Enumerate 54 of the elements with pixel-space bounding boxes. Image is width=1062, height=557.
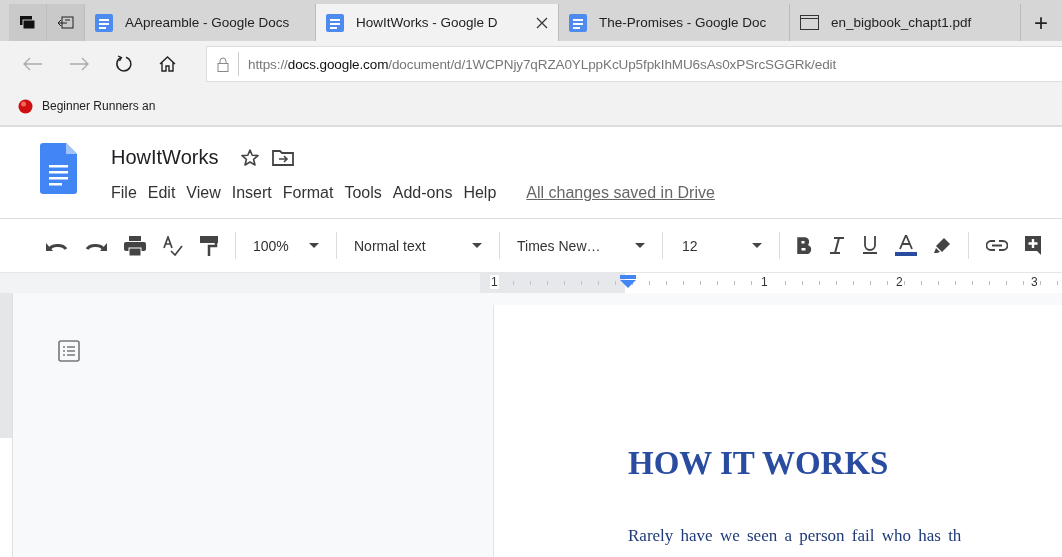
tabs-aside-icon bbox=[57, 16, 74, 29]
tab-stack-button[interactable] bbox=[9, 4, 47, 41]
italic-icon[interactable] bbox=[829, 237, 845, 254]
browser-tab[interactable]: HowItWorks - Google D bbox=[316, 4, 559, 41]
lock-icon bbox=[217, 56, 229, 72]
save-status-link[interactable]: All changes saved in Drive bbox=[526, 184, 715, 202]
ruler-number: 2 bbox=[895, 275, 904, 289]
font-size-dropdown[interactable]: 12 bbox=[680, 237, 762, 254]
folder-icon[interactable] bbox=[272, 148, 295, 166]
favorite-link[interactable]: Beginner Runners an bbox=[18, 98, 156, 114]
print-icon[interactable] bbox=[124, 235, 146, 256]
home-icon[interactable] bbox=[159, 56, 176, 72]
ruler-number: 1 bbox=[760, 275, 769, 289]
menu-item[interactable]: Edit bbox=[147, 184, 176, 202]
document-heading: HOW IT WORKS bbox=[628, 445, 890, 482]
highlighter-icon[interactable] bbox=[934, 237, 951, 254]
menu-item[interactable]: View bbox=[186, 184, 221, 202]
address-field[interactable]: https://docs.google.com/document/d/1WCPNjy7qRZA0YLppKcUp5fpkIhMU6sAs0xPSrcSGGRk/edit bbox=[206, 46, 1062, 82]
link-icon[interactable] bbox=[986, 240, 1008, 251]
ruler-number: 1 bbox=[490, 275, 499, 289]
zoom-dropdown[interactable]: 100% bbox=[253, 237, 319, 254]
ruler-number: 3 bbox=[1030, 275, 1039, 289]
menu-item[interactable]: Insert bbox=[231, 184, 272, 202]
document-icon bbox=[326, 13, 344, 32]
star-icon[interactable] bbox=[241, 148, 260, 166]
underline-icon[interactable] bbox=[862, 236, 878, 255]
spellcheck-icon[interactable] bbox=[163, 235, 183, 256]
menu-item[interactable]: Help bbox=[463, 184, 497, 202]
window-icon bbox=[800, 15, 819, 30]
document-icon bbox=[569, 13, 587, 32]
menu-item[interactable]: File bbox=[111, 184, 137, 202]
caret-icon bbox=[309, 243, 319, 248]
outline-icon[interactable] bbox=[58, 340, 80, 362]
document-paragraph: Rarely have we seen a person fail who has th bbox=[628, 526, 963, 546]
document-icon bbox=[95, 13, 113, 32]
paint-roller-icon[interactable] bbox=[200, 235, 218, 256]
ball-icon bbox=[18, 98, 33, 114]
menu-item[interactable]: Add-ons bbox=[392, 184, 453, 202]
style-dropdown[interactable]: Normal text bbox=[354, 237, 482, 254]
close-icon[interactable] bbox=[536, 16, 548, 29]
font-dropdown[interactable]: Times New… bbox=[517, 237, 645, 254]
text-color-icon[interactable] bbox=[895, 235, 917, 256]
indent-marker-icon[interactable] bbox=[620, 275, 636, 289]
caret-icon bbox=[472, 243, 482, 248]
refresh-icon[interactable] bbox=[115, 55, 133, 73]
caret-icon bbox=[635, 243, 645, 248]
menu-item[interactable]: Format bbox=[282, 184, 334, 202]
bold-icon[interactable] bbox=[797, 237, 812, 254]
add-comment-icon[interactable] bbox=[1025, 236, 1041, 255]
menu-item[interactable]: Tools bbox=[344, 184, 382, 202]
docs-logo-icon[interactable] bbox=[40, 143, 77, 195]
caret-icon bbox=[752, 243, 762, 248]
document-title[interactable]: HowItWorks bbox=[111, 145, 219, 169]
windows-icon bbox=[19, 15, 36, 30]
